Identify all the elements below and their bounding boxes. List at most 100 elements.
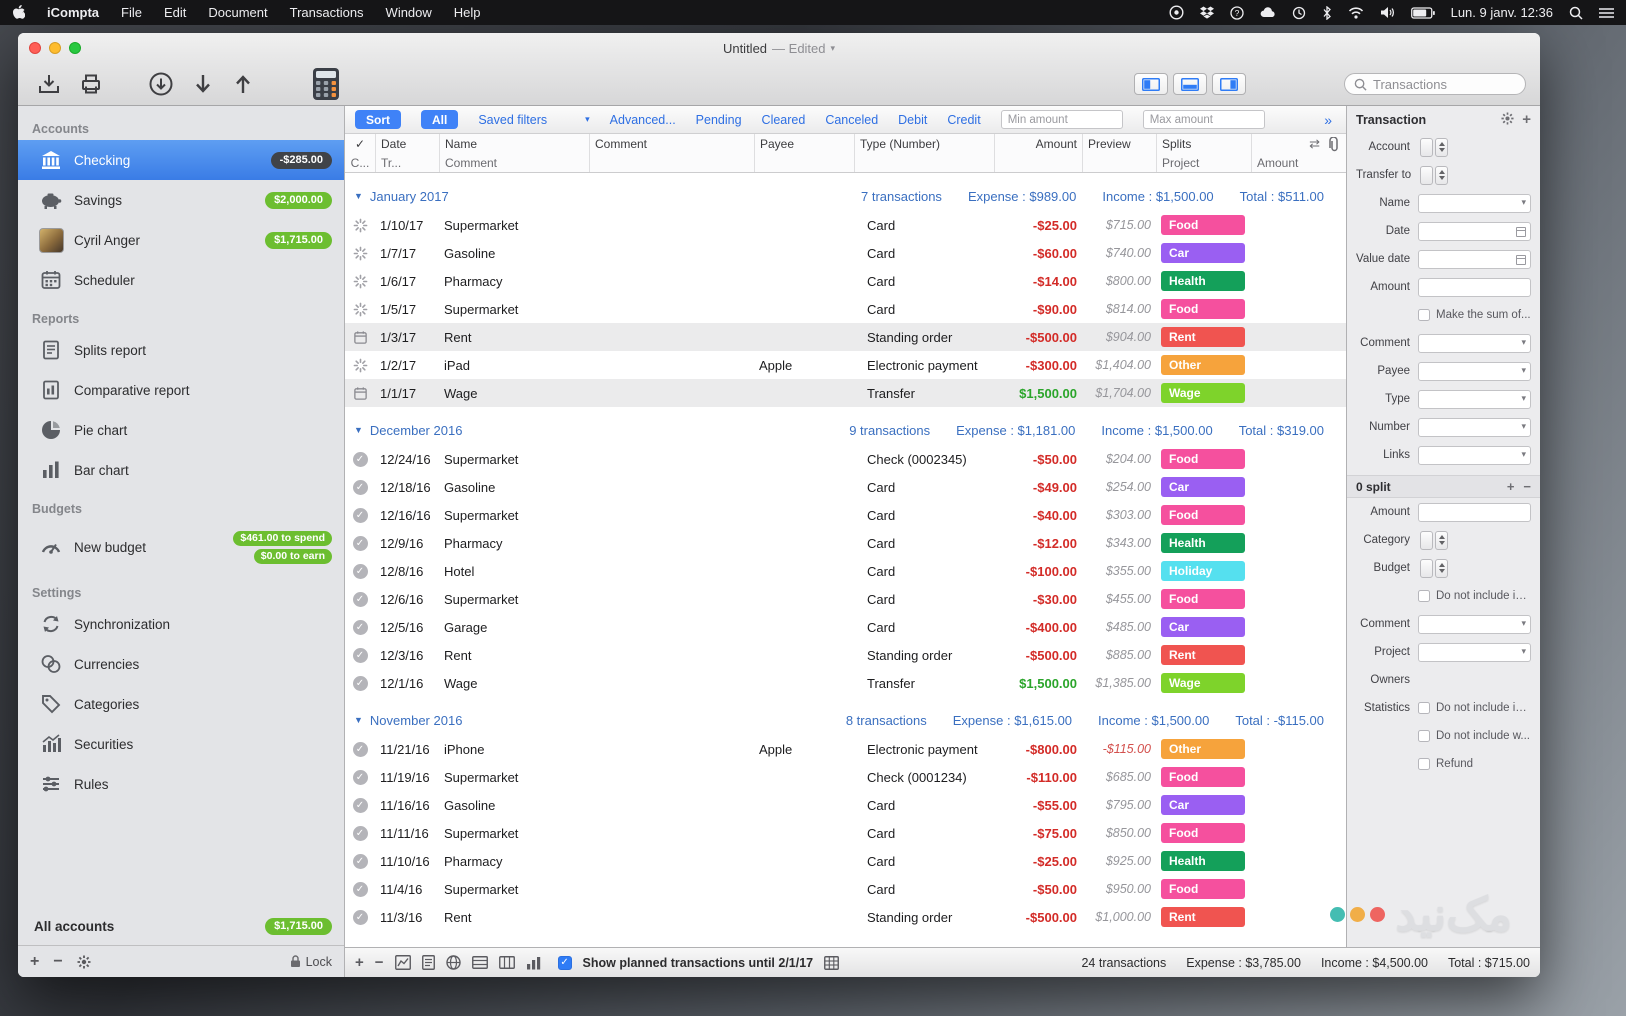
category-tag[interactable]: Rent	[1161, 907, 1245, 927]
links-select[interactable]: ▾	[1418, 446, 1531, 465]
transfer-to-stepper[interactable]	[1435, 166, 1448, 185]
category-tag[interactable]: Food	[1161, 589, 1245, 609]
spotlight-search-icon[interactable]	[1569, 6, 1583, 20]
amount-input[interactable]	[1418, 278, 1531, 297]
column-type[interactable]: Type (Number)	[854, 134, 994, 154]
sidebar-item-rules[interactable]: Rules	[18, 764, 344, 804]
sidebar-item-checking[interactable]: Checking -$285.00	[18, 140, 344, 180]
sidebar-item-pie-chart[interactable]: Pie chart	[18, 410, 344, 450]
split-budget-stepper[interactable]	[1435, 559, 1448, 578]
sidebar-item-cyril-anger[interactable]: Cyril Anger $1,715.00	[18, 220, 344, 260]
category-tag[interactable]: Food	[1161, 823, 1245, 843]
stats-refund-checkbox[interactable]	[1418, 758, 1430, 770]
transaction-row[interactable]: ✓ 11/19/16 Supermarket Check (0001234) -…	[345, 763, 1346, 791]
menu-transactions[interactable]: Transactions	[290, 5, 364, 20]
import-button[interactable]	[192, 72, 214, 96]
split-comment-select[interactable]: ▾	[1418, 615, 1531, 634]
sidebar-item-comparative-report[interactable]: Comparative report	[18, 370, 344, 410]
category-tag[interactable]: Food	[1161, 449, 1245, 469]
transaction-row[interactable]: ✓ 11/11/16 Supermarket Card -$75.00 $850…	[345, 819, 1346, 847]
columns-view-button[interactable]	[499, 956, 515, 969]
cloud-status-icon[interactable]	[1260, 7, 1276, 18]
disclosure-triangle-icon[interactable]: ▼	[354, 191, 363, 201]
category-tag[interactable]: Car	[1161, 617, 1245, 637]
close-window-button[interactable]	[29, 42, 41, 54]
advanced-filter-link[interactable]: Advanced...	[610, 113, 676, 127]
split-category-combo-field[interactable]	[1420, 531, 1433, 550]
transaction-row[interactable]: ✓ 1/1/17 Wage Transfer $1,500.00 $1,704.…	[345, 379, 1346, 407]
column-preview[interactable]: Preview	[1082, 134, 1156, 154]
upload-button[interactable]	[232, 72, 254, 96]
print-button[interactable]	[79, 72, 103, 96]
volume-icon[interactable]	[1380, 6, 1395, 19]
number-select[interactable]: ▾	[1418, 418, 1531, 437]
transaction-row[interactable]: ✓ 12/1/16 Wage Transfer $1,500.00 $1,385…	[345, 669, 1346, 697]
menu-document[interactable]: Document	[208, 5, 267, 20]
view-toggle-bottom-button[interactable]	[1173, 73, 1207, 95]
menu-file[interactable]: File	[121, 5, 142, 20]
make-sum-checkbox[interactable]	[1418, 309, 1430, 321]
title-chevron-icon[interactable]: ▾	[831, 43, 836, 54]
zoom-window-button[interactable]	[69, 42, 81, 54]
transaction-row[interactable]: ✓ 11/10/16 Pharmacy Card -$25.00 $925.00…	[345, 847, 1346, 875]
stats-no-include-w-checkbox[interactable]	[1418, 730, 1430, 742]
value-date-date-field[interactable]	[1418, 250, 1531, 269]
add-account-button[interactable]: +	[30, 953, 39, 971]
inspector-gear-button[interactable]	[1501, 112, 1514, 128]
column-project[interactable]: Project	[1156, 154, 1251, 172]
transaction-row[interactable]: ✓ 1/6/17 Pharmacy Card -$14.00 $800.00 H…	[345, 267, 1346, 295]
column-amount-2[interactable]: Amount	[1251, 154, 1346, 172]
remove-split-button[interactable]: −	[1523, 479, 1531, 494]
category-tag[interactable]: Food	[1161, 767, 1245, 787]
transaction-row[interactable]: ✓ 12/6/16 Supermarket Card -$30.00 $455.…	[345, 585, 1346, 613]
sort-button[interactable]: Sort	[355, 110, 401, 129]
battery-icon[interactable]	[1411, 7, 1435, 19]
category-tag[interactable]: Health	[1161, 851, 1245, 871]
disclosure-triangle-icon[interactable]: ▼	[354, 715, 363, 725]
app-menu-title[interactable]: iCompta	[47, 5, 99, 20]
list-view-button[interactable]	[472, 956, 488, 969]
category-tag[interactable]: Other	[1161, 739, 1245, 759]
sidebar-item-securities[interactable]: Securities	[18, 724, 344, 764]
pending-filter-link[interactable]: Pending	[696, 113, 742, 127]
column-check[interactable]: ✓	[345, 134, 375, 154]
category-tag[interactable]: Wage	[1161, 673, 1245, 693]
bluetooth-icon[interactable]	[1322, 6, 1332, 20]
sidebar-item-categories[interactable]: Categories	[18, 684, 344, 724]
sidebar-item-splits-report[interactable]: Splits report	[18, 330, 344, 370]
view-toggle-inspector-button[interactable]	[1212, 73, 1246, 95]
inspector-add-button[interactable]: +	[1522, 111, 1531, 128]
apple-menu-icon[interactable]	[12, 5, 25, 20]
name-select[interactable]: ▾	[1418, 194, 1531, 213]
transaction-row[interactable]: ✓ 12/8/16 Hotel Card -$100.00 $355.00 Ho…	[345, 557, 1346, 585]
category-tag[interactable]: Other	[1161, 355, 1245, 375]
category-tag[interactable]: Rent	[1161, 327, 1245, 347]
split-no-include-checkbox[interactable]	[1418, 590, 1430, 602]
sidebar-item-bar-chart[interactable]: Bar chart	[18, 450, 344, 490]
transaction-row[interactable]: ✓ 12/9/16 Pharmacy Card -$12.00 $343.00 …	[345, 529, 1346, 557]
transfer-to-combo-field[interactable]	[1420, 166, 1433, 185]
account-actions-gear-button[interactable]	[77, 955, 91, 969]
sidebar-item-currencies[interactable]: Currencies	[18, 644, 344, 684]
split-project-select[interactable]: ▾	[1418, 643, 1531, 662]
category-tag[interactable]: Food	[1161, 215, 1245, 235]
sidebar-item-all-accounts[interactable]: All accounts $1,715.00	[18, 907, 344, 945]
transaction-row[interactable]: ✓ 1/7/17 Gasoline Card -$60.00 $740.00 C…	[345, 239, 1346, 267]
add-transaction-button[interactable]: +	[355, 954, 364, 971]
minimize-window-button[interactable]	[49, 42, 61, 54]
credit-filter-link[interactable]: Credit	[947, 113, 980, 127]
category-tag[interactable]: Wage	[1161, 383, 1245, 403]
title-bar[interactable]: Untitled — Edited ▾	[18, 33, 1540, 63]
transaction-row[interactable]: ✓ 11/21/16 iPhone Apple Electronic payme…	[345, 735, 1346, 763]
notification-center-icon[interactable]	[1599, 7, 1614, 19]
month-header[interactable]: ▼ January 2017 7 transactions Expense : …	[345, 181, 1346, 211]
comment-select[interactable]: ▾	[1418, 334, 1531, 353]
debit-filter-link[interactable]: Debit	[898, 113, 927, 127]
transaction-row[interactable]: ✓ 12/3/16 Rent Standing order -$500.00 $…	[345, 641, 1346, 669]
menu-bar-clock[interactable]: Lun. 9 janv. 12:36	[1451, 5, 1553, 20]
menu-window[interactable]: Window	[386, 5, 432, 20]
time-machine-icon[interactable]	[1292, 6, 1306, 20]
transaction-row[interactable]: ✓ 12/5/16 Garage Card -$400.00 $485.00 C…	[345, 613, 1346, 641]
type-select[interactable]: ▾	[1418, 390, 1531, 409]
transaction-row[interactable]: ✓ 1/5/17 Supermarket Card -$90.00 $814.0…	[345, 295, 1346, 323]
